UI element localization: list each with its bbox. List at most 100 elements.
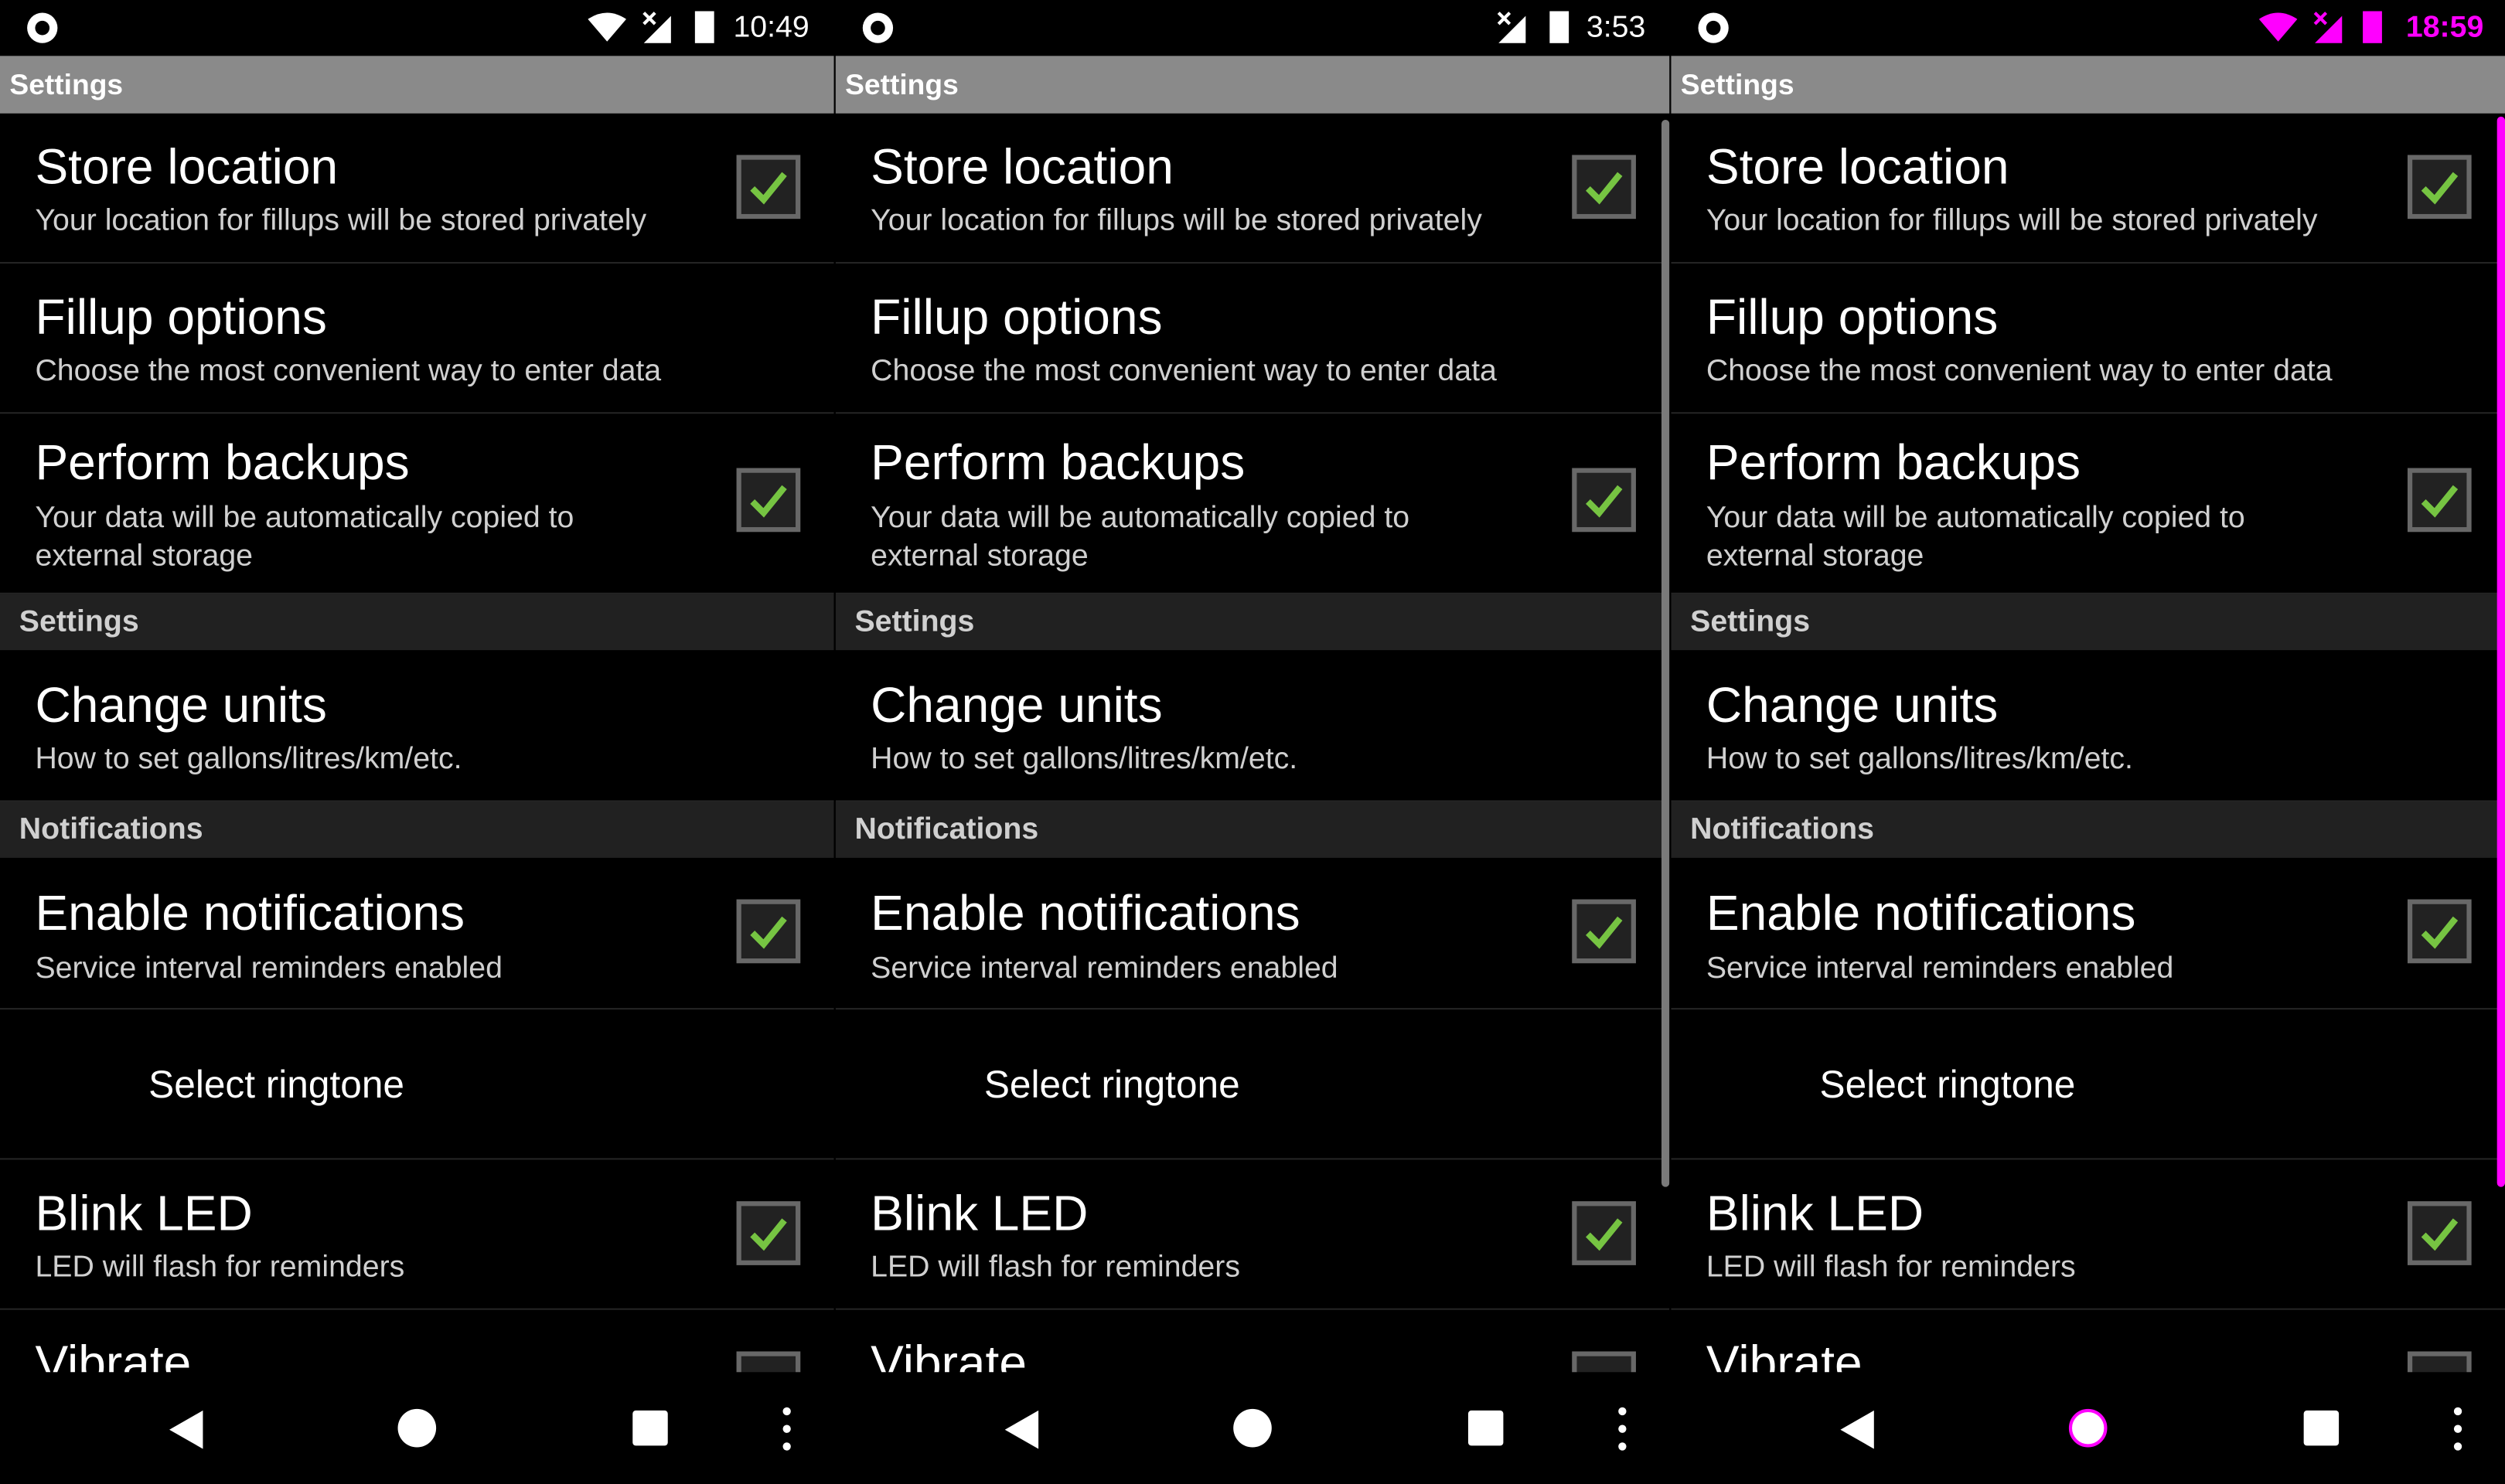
store-location-checkbox[interactable] xyxy=(2407,155,2472,220)
section-header-label: Notifications xyxy=(854,812,1039,847)
app-bar-title: Settings xyxy=(1680,68,1794,101)
no-signal-icon xyxy=(642,12,671,43)
status-bar: 18:59 xyxy=(1671,0,2505,56)
status-bar: 3:53 xyxy=(835,0,1670,56)
pref-vibrate[interactable]: Vibrate xyxy=(0,1310,834,1373)
settings-screen-2: 3:53 Settings Store location Your locati… xyxy=(835,0,1670,1484)
status-bar: 10:49 xyxy=(0,0,834,56)
pref-enable-notifications[interactable]: Enable notifications Service interval re… xyxy=(835,858,1670,1010)
pref-summary: How to set gallons/litres/km/etc. xyxy=(1706,743,2133,777)
vibrate-checkbox[interactable] xyxy=(2407,1351,2472,1373)
enable-notifications-checkbox[interactable] xyxy=(1572,899,1636,964)
pref-enable-notifications[interactable]: Enable notifications Service interval re… xyxy=(1671,858,2505,1010)
checkmark-icon xyxy=(1586,172,1623,205)
pref-select-ringtone[interactable]: Select ringtone xyxy=(1671,1009,2505,1160)
app-bar: Settings xyxy=(0,56,834,114)
menu-dots-icon[interactable] xyxy=(1618,1407,1627,1452)
navigation-bar xyxy=(1671,1372,2505,1484)
section-header-label: Settings xyxy=(19,605,139,639)
pref-summary: Choose the most convenient way to enter … xyxy=(871,354,1497,389)
pref-title: Fillup options xyxy=(871,289,1163,345)
pref-title: Store location xyxy=(1706,138,2009,196)
app-bar: Settings xyxy=(1671,56,2505,114)
pref-title: Blink LED xyxy=(871,1185,1089,1241)
recents-icon[interactable] xyxy=(632,1410,668,1446)
back-icon[interactable] xyxy=(1004,1410,1040,1449)
blink-led-checkbox[interactable] xyxy=(1572,1201,1636,1265)
back-icon[interactable] xyxy=(169,1410,204,1449)
perform-backups-checkbox[interactable] xyxy=(1572,468,1636,533)
pref-summary: How to set gallons/litres/km/etc. xyxy=(35,743,462,777)
status-time: 18:59 xyxy=(2405,11,2484,45)
enable-notifications-checkbox[interactable] xyxy=(2407,899,2472,964)
battery-icon xyxy=(694,11,714,43)
store-location-checkbox[interactable] xyxy=(1572,155,1636,220)
pref-summary: How to set gallons/litres/km/etc. xyxy=(871,743,1298,777)
home-icon[interactable] xyxy=(397,1408,437,1448)
recents-icon[interactable] xyxy=(2303,1410,2340,1446)
store-location-checkbox[interactable] xyxy=(736,155,801,220)
blink-led-checkbox[interactable] xyxy=(736,1201,801,1265)
pref-blink-led[interactable]: Blink LED LED will flash for reminders xyxy=(835,1159,1670,1310)
signal-icon xyxy=(2313,12,2343,43)
menu-dots-icon[interactable] xyxy=(2453,1407,2463,1452)
checkmark-icon xyxy=(2421,1218,2459,1251)
pref-title: Store location xyxy=(35,138,339,196)
perform-backups-checkbox[interactable] xyxy=(2407,468,2472,533)
section-header-notifications: Notifications xyxy=(1671,802,2505,858)
preferences-list[interactable]: Store location Your location for fillups… xyxy=(1671,114,2505,1373)
home-icon[interactable] xyxy=(1233,1408,1272,1448)
pref-summary: Your location for fillups will be stored… xyxy=(1706,204,2318,238)
settings-screen-3: 18:59 Settings Store location Your locat… xyxy=(1671,0,2505,1484)
pref-fillup-options[interactable]: Fillup options Choose the most convenien… xyxy=(0,264,834,414)
checkmark-icon xyxy=(750,1218,787,1251)
home-icon[interactable] xyxy=(2068,1408,2108,1448)
pref-summary: LED will flash for reminders xyxy=(35,1251,405,1285)
pref-select-ringtone[interactable]: Select ringtone xyxy=(0,1009,834,1160)
pref-vibrate[interactable]: Vibrate xyxy=(1671,1310,2505,1373)
pref-title: Vibrate xyxy=(35,1335,192,1373)
pref-summary: Your location for fillups will be stored… xyxy=(35,204,647,238)
pref-vibrate[interactable]: Vibrate xyxy=(836,1310,1670,1373)
vibrate-checkbox[interactable] xyxy=(1572,1351,1636,1373)
pref-title: Change units xyxy=(871,677,1163,733)
menu-dots-icon[interactable] xyxy=(782,1407,792,1452)
section-header-notifications: Notifications xyxy=(0,802,834,858)
pref-blink-led[interactable]: Blink LED LED will flash for reminders xyxy=(1671,1159,2505,1310)
recents-icon[interactable] xyxy=(1467,1410,1504,1446)
pref-change-units[interactable]: Change units How to set gallons/litres/k… xyxy=(1671,650,2505,802)
pref-perform-backups[interactable]: Perform backups Your data will be automa… xyxy=(835,414,1670,594)
pref-blink-led[interactable]: Blink LED LED will flash for reminders xyxy=(0,1159,834,1310)
pref-title: Change units xyxy=(1706,677,1999,733)
perform-backups-checkbox[interactable] xyxy=(736,468,801,533)
pref-select-ringtone[interactable]: Select ringtone xyxy=(835,1009,1670,1160)
blink-led-checkbox[interactable] xyxy=(2407,1201,2472,1265)
pref-perform-backups[interactable]: Perform backups Your data will be automa… xyxy=(1671,414,2505,594)
enable-notifications-checkbox[interactable] xyxy=(736,899,801,964)
pref-fillup-options[interactable]: Fillup options Choose the most convenien… xyxy=(1671,264,2505,414)
pref-change-units[interactable]: Change units How to set gallons/litres/k… xyxy=(835,650,1670,802)
pref-summary: external storage xyxy=(871,539,1089,574)
preferences-list[interactable]: Store location Your location for fillups… xyxy=(835,114,1670,1373)
pref-change-units[interactable]: Change units How to set gallons/litres/k… xyxy=(0,650,834,802)
scrollbar[interactable] xyxy=(2496,116,2505,1187)
wifi-icon xyxy=(588,12,627,42)
section-header-notifications: Notifications xyxy=(835,802,1670,858)
pref-store-location[interactable]: Store location Your location for fillups… xyxy=(835,114,1670,264)
preferences-list[interactable]: Store location Your location for fillups… xyxy=(0,114,834,1373)
pref-perform-backups[interactable]: Perform backups Your data will be automa… xyxy=(0,414,834,594)
vibrate-checkbox[interactable] xyxy=(736,1351,801,1373)
pref-summary: Choose the most convenient way to enter … xyxy=(35,354,662,389)
pref-title: Store location xyxy=(871,138,1174,196)
pref-title: Vibrate xyxy=(871,1335,1027,1373)
pref-fillup-options[interactable]: Fillup options Choose the most convenien… xyxy=(835,264,1670,414)
checkmark-icon xyxy=(1586,916,1623,949)
pref-store-location[interactable]: Store location Your location for fillups… xyxy=(0,114,834,264)
navigation-bar xyxy=(0,1372,834,1484)
scrollbar[interactable] xyxy=(1661,120,1670,1187)
notification-circle-icon xyxy=(1698,12,1729,43)
back-icon[interactable] xyxy=(1840,1410,1875,1449)
pref-store-location[interactable]: Store location Your location for fillups… xyxy=(1671,114,2505,264)
pref-enable-notifications[interactable]: Enable notifications Service interval re… xyxy=(0,858,834,1010)
notification-circle-icon xyxy=(862,12,894,43)
